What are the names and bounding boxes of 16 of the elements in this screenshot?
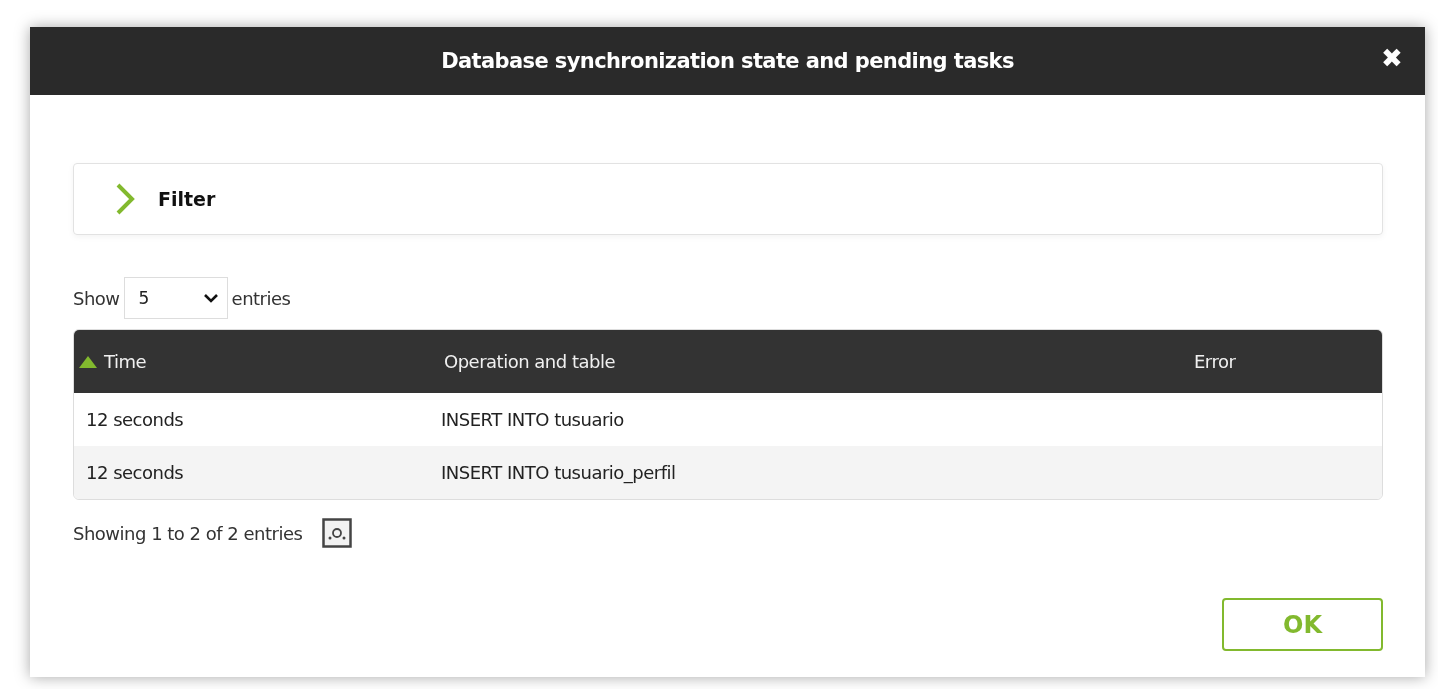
column-header[interactable]: Error [1177, 351, 1382, 372]
show-label: Show [73, 287, 120, 309]
filter-panel[interactable]: Filter [73, 163, 1383, 235]
table-cell-text: 12 seconds [85, 462, 185, 483]
table-cell-text: INSERT INTO tusuario_perfil [440, 462, 677, 483]
entries-select[interactable]: 5 [123, 277, 228, 319]
table-cell-text: INSERT INTO tusuario [440, 409, 625, 430]
entries-label: entries [231, 287, 291, 309]
table-cell-text: 12 seconds [85, 409, 185, 430]
filter-label: Filter [158, 188, 216, 210]
column-header[interactable]: Time [74, 351, 414, 372]
dialog-title: Database synchronization state and pending tasks [441, 49, 1014, 73]
chevron-down-icon [202, 293, 219, 303]
close-button[interactable]: ✖ [1381, 45, 1403, 71]
column-header[interactable]: Operation and table [414, 351, 1177, 372]
entries-info: Showing 1 to 2 of 2 entries [73, 522, 303, 544]
